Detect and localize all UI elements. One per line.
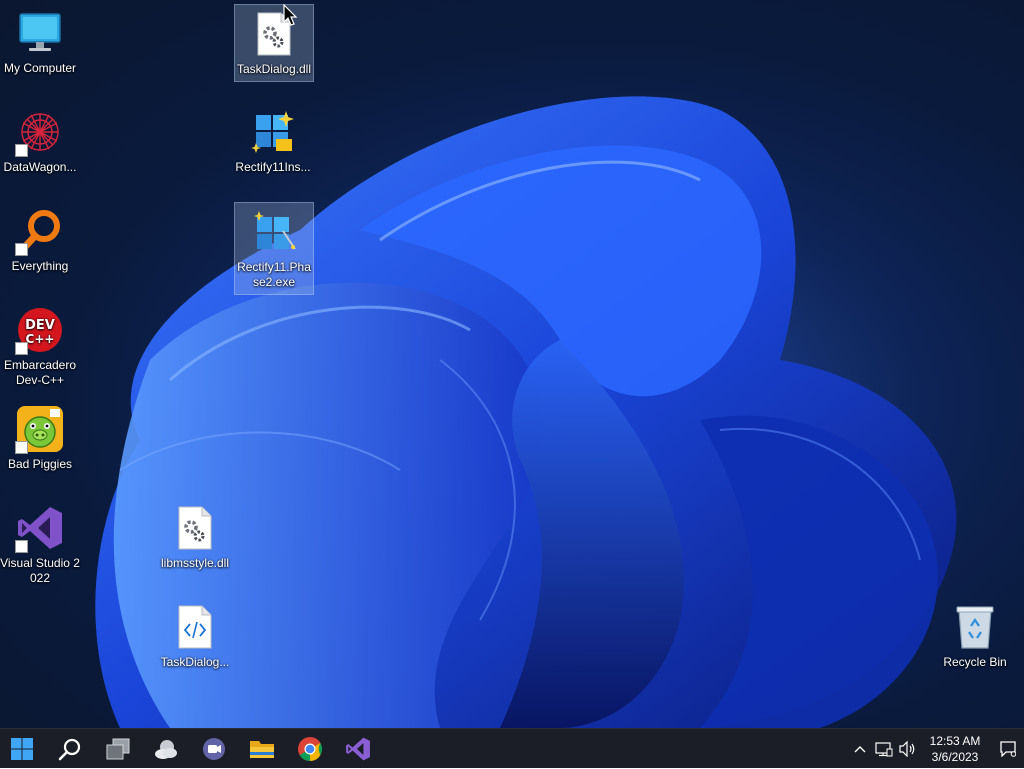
mouse-cursor-icon: [283, 4, 298, 26]
file-explorer-button[interactable]: [242, 730, 282, 768]
desktop-icon-label: TaskDialog.dll: [236, 62, 312, 76]
tray-overflow-button[interactable]: [848, 729, 872, 769]
task-view-icon: [106, 738, 130, 759]
desktop-icon-label: Bad Piggies: [7, 457, 73, 471]
network-icon: [875, 742, 893, 757]
visual-studio-icon: [346, 737, 370, 760]
shortcut-arrow-icon: [15, 441, 28, 454]
chrome-icon: [298, 736, 323, 761]
windows-start-icon: [11, 737, 33, 760]
recycle-bin-icon: [950, 602, 1000, 652]
desktop-icon-libmsstyle-dll[interactable]: libmsstyle.dll: [155, 499, 235, 575]
desktop-icon-everything[interactable]: Everything: [0, 202, 80, 278]
desktop-icon-label: Visual Studio 2022: [0, 556, 80, 585]
desktop-icon-label: Embarcadero Dev-C++: [3, 358, 77, 387]
desktop-icon-taskdialog-dll[interactable]: TaskDialog.dll: [234, 4, 314, 82]
desktop-icon-taskdialog-xml[interactable]: TaskDialog...: [155, 598, 235, 674]
clock-time: 12:53 AM: [929, 734, 981, 748]
desktop-icon-visual-studio[interactable]: Visual Studio 2022: [0, 499, 80, 590]
shortcut-arrow-icon: [15, 144, 28, 157]
search-icon: [58, 738, 81, 760]
desktop-icon-label: Everything: [11, 259, 69, 273]
desktop-icon-label: Rectify11.Phase2.exe: [237, 260, 311, 289]
chat-button[interactable]: [194, 730, 234, 768]
desktop-icon-label: Rectify11Ins...: [235, 160, 311, 174]
desktop-icon-rectify11-installer[interactable]: Rectify11Ins...: [233, 103, 313, 179]
wallpaper-bloom: [0, 0, 1024, 728]
svg-text:C++: C++: [26, 332, 55, 346]
desktop-icon-label: My Computer: [3, 61, 77, 75]
svg-text:DEV: DEV: [25, 318, 55, 333]
teams-chat-icon: [203, 737, 225, 760]
desktop-icon-label: DataWagon...: [3, 160, 77, 174]
devcpp-icon: DEV C++: [15, 305, 65, 355]
desktop-icon-label: libmsstyle.dll: [160, 556, 229, 570]
shortcut-arrow-icon: [15, 243, 28, 256]
visual-studio-icon: [15, 503, 65, 553]
chrome-button[interactable]: [290, 730, 330, 768]
desktop-icon-rectify11-phase2[interactable]: Rectify11.Phase2.exe: [234, 202, 314, 295]
task-view-button[interactable]: [98, 730, 138, 768]
system-tray: 12:53 AM 3/6/2023: [848, 729, 1024, 769]
network-button[interactable]: [872, 729, 896, 769]
start-button[interactable]: [2, 730, 42, 768]
code-file-icon: [170, 602, 220, 652]
desktop-icon-label: TaskDialog...: [160, 655, 230, 669]
desktop-icon-bad-piggies[interactable]: Bad Piggies: [0, 400, 80, 476]
search-button[interactable]: [50, 730, 90, 768]
shortcut-arrow-icon: [15, 540, 28, 553]
weather-widget-icon: [155, 739, 177, 759]
desktop-icon-recycle-bin[interactable]: Recycle Bin: [935, 598, 1015, 674]
taskbar-clock[interactable]: 12:53 AM 3/6/2023: [924, 733, 986, 765]
desktop[interactable]: My Computer DataWagon... Everything DEV …: [0, 0, 1024, 728]
desktop-icon-datawagon[interactable]: DataWagon...: [0, 103, 80, 179]
chevron-up-icon: [854, 746, 866, 753]
rectify11-installer-icon: [248, 107, 298, 157]
dll-file-icon: [170, 503, 220, 553]
desktop-icon-label: Recycle Bin: [943, 655, 1007, 669]
widgets-button[interactable]: [146, 730, 186, 768]
desktop-icon-devcpp[interactable]: DEV C++ Embarcadero Dev-C++: [0, 301, 80, 392]
speaker-icon: [899, 741, 915, 757]
volume-button[interactable]: [896, 729, 920, 769]
folder-icon: [250, 740, 274, 758]
everything-search-icon: [15, 206, 65, 256]
bad-piggies-icon: [15, 404, 65, 454]
desktop-icon-my-computer[interactable]: My Computer: [0, 4, 80, 80]
clock-date: 3/6/2023: [931, 750, 979, 764]
notification-center-button[interactable]: [992, 729, 1024, 769]
monitor-icon: [15, 8, 65, 58]
taskbar: 12:53 AM 3/6/2023: [0, 728, 1024, 768]
rectify11-exe-icon: [249, 207, 299, 257]
visual-studio-taskbar-button[interactable]: [338, 730, 378, 768]
notification-icon: [1000, 741, 1016, 757]
datawagon-icon: [15, 107, 65, 157]
shortcut-arrow-icon: [15, 342, 28, 355]
